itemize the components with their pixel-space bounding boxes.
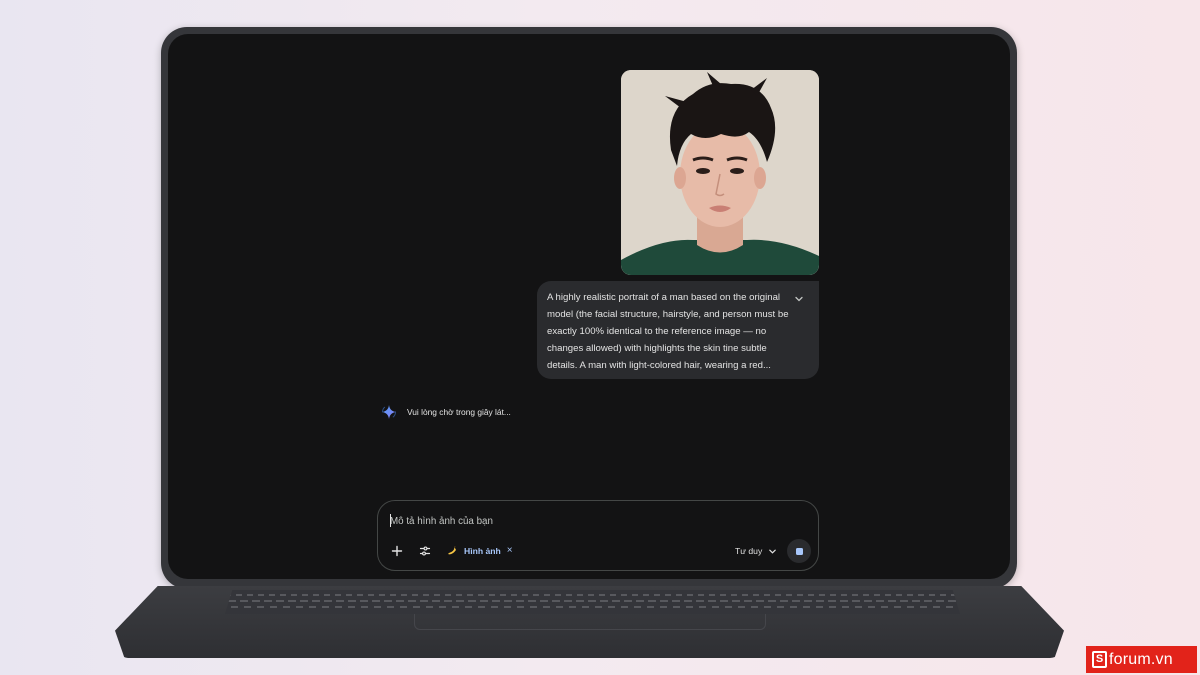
- banana-icon: [448, 546, 456, 555]
- tools-button[interactable]: [416, 542, 434, 560]
- portrait-image-illustration: [621, 70, 819, 275]
- prompt-input[interactable]: [390, 513, 790, 529]
- loading-message: Vui lòng chờ trong giây lát...: [407, 407, 511, 417]
- expand-prompt-button[interactable]: [793, 293, 805, 305]
- image-mode-chip[interactable]: Hình ảnh ×: [446, 542, 513, 560]
- user-prompt-bubble: A highly realistic portrait of a man bas…: [537, 281, 819, 379]
- model-loading-indicator: Vui lòng chờ trong giây lát...: [381, 403, 511, 421]
- uploaded-reference-image[interactable]: [621, 70, 819, 275]
- gemini-spark-icon: [382, 405, 396, 419]
- model-mode-selector[interactable]: Tư duy: [735, 542, 777, 560]
- prompt-input-box: Hình ảnh × Tư duy: [377, 500, 819, 571]
- model-mode-label: Tư duy: [735, 546, 763, 556]
- add-attachment-button[interactable]: [388, 542, 406, 560]
- user-prompt-text: A highly realistic portrait of a man bas…: [547, 292, 789, 371]
- stop-generation-button[interactable]: [787, 539, 811, 563]
- laptop-keyboard: [225, 590, 960, 614]
- plus-icon: [391, 545, 403, 557]
- sforum-watermark: S forum.vn: [1086, 646, 1197, 673]
- tune-icon: [419, 546, 431, 556]
- laptop-trackpad: [414, 614, 766, 630]
- sforum-logo: S: [1092, 651, 1107, 668]
- chevron-down-icon: [769, 549, 777, 554]
- sforum-text: forum.vn: [1109, 650, 1173, 668]
- chevron-down-icon: [795, 296, 803, 302]
- remove-image-mode-button[interactable]: ×: [507, 546, 513, 556]
- image-mode-label: Hình ảnh: [464, 546, 501, 556]
- stop-icon: [795, 547, 803, 555]
- text-cursor: [390, 514, 391, 527]
